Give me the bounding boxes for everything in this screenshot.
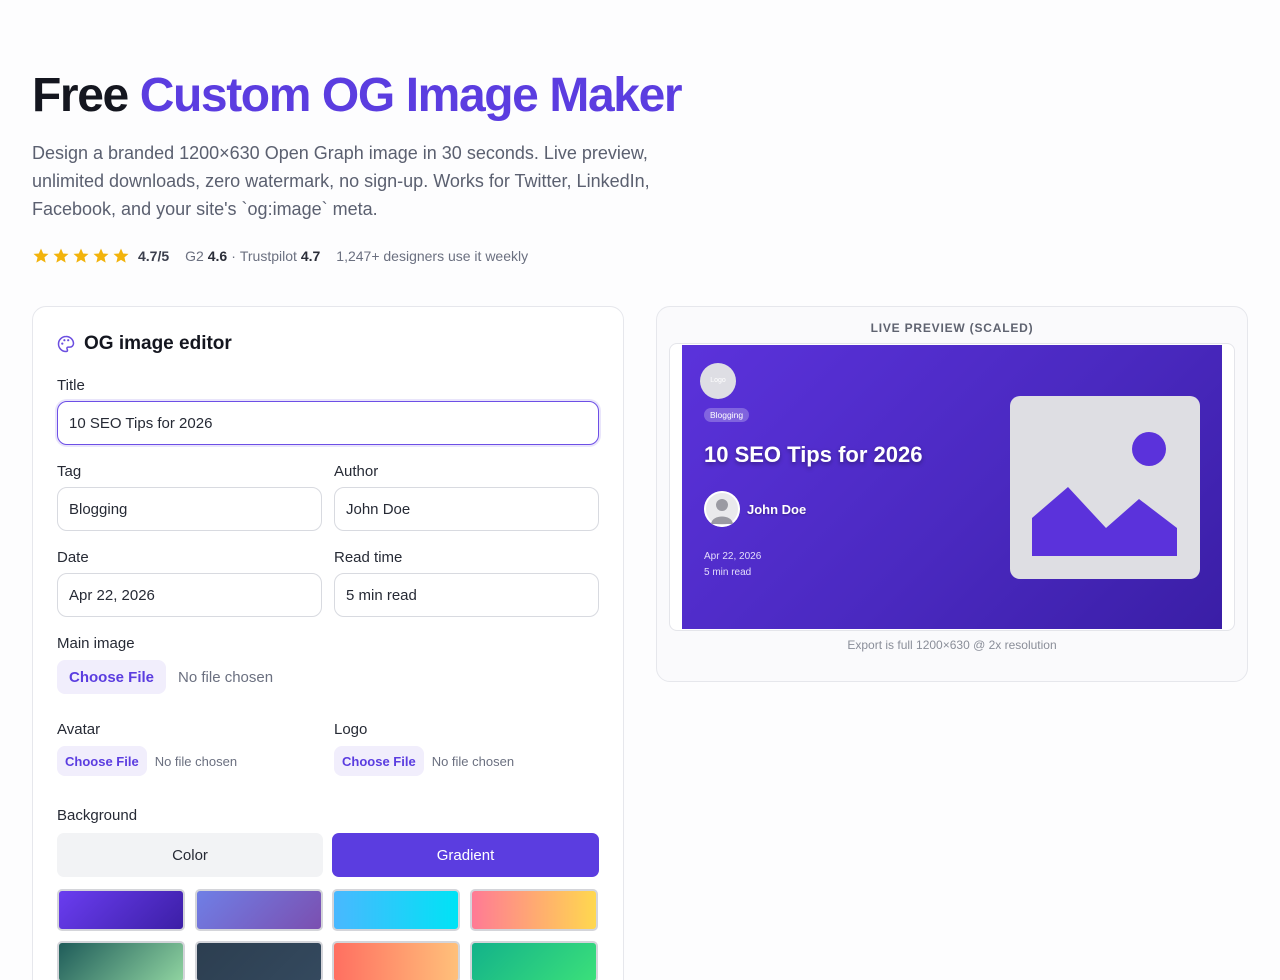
rating-separator: · — [231, 248, 236, 264]
editor-card: OG image editor Title Tag Author Date Re… — [32, 306, 624, 980]
og-author-name: John Doe — [747, 502, 807, 517]
tag-input[interactable] — [57, 487, 322, 531]
og-title: 10 SEO Tips for 2026 — [704, 442, 923, 467]
trustpilot-label: Trustpilot — [239, 248, 297, 264]
editor-heading-text: OG image editor — [84, 333, 232, 354]
gradient-swatch-7[interactable] — [332, 941, 460, 980]
date-label: Date — [57, 549, 89, 566]
gradient-swatch-3[interactable] — [332, 889, 460, 931]
title-lead: Free — [32, 69, 129, 122]
users-count: 1,247+ designers use it weekly — [336, 248, 529, 264]
preview-frame: Logo Blogging 10 SEO Tips for 2026 John … — [669, 343, 1235, 631]
avatar-choose-file-button[interactable]: Choose File — [57, 746, 147, 776]
hero-subtitle: Design a branded 1200×630 Open Graph ima… — [32, 143, 650, 219]
page-title: Free Custom OG Image Maker — [32, 66, 683, 126]
main-image-upload: Choose File No file chosen — [57, 660, 273, 694]
background-gradient-option[interactable]: Gradient — [332, 833, 599, 877]
user-placeholder-icon — [704, 491, 740, 527]
title-accent: Custom OG Image Maker — [139, 69, 683, 122]
gradient-swatch-1[interactable] — [57, 889, 185, 931]
preview-label: LIVE PREVIEW (SCALED) — [870, 321, 1034, 335]
background-label: Background — [57, 807, 138, 824]
star-icon — [73, 248, 89, 263]
main-image-file-status: No file chosen — [178, 668, 274, 686]
star-icon — [33, 248, 49, 263]
rating-stars — [32, 247, 130, 265]
logo-file-status: No file chosen — [431, 753, 515, 769]
gradient-swatch-4[interactable] — [470, 889, 598, 931]
logo-label: Logo — [334, 721, 368, 738]
main-image-label: Main image — [57, 635, 135, 652]
tag-label: Tag — [57, 463, 82, 480]
star-icon — [53, 248, 69, 263]
gradient-swatch-8[interactable] — [470, 941, 598, 980]
star-icon — [113, 248, 129, 263]
main-image-choose-file-button[interactable]: Choose File — [57, 660, 167, 694]
og-date: Apr 22, 2026 — [704, 551, 762, 562]
og-logo: Logo — [700, 363, 736, 399]
title-input[interactable] — [57, 401, 599, 445]
palette-icon — [57, 335, 75, 353]
g2-label: G2 — [185, 248, 204, 264]
gradient-swatch-2[interactable] — [195, 889, 323, 931]
avatar-label: Avatar — [57, 721, 101, 738]
editor-heading: OG image editor — [57, 333, 232, 355]
read-time-input[interactable] — [334, 573, 599, 617]
og-main-image — [1010, 396, 1200, 579]
title-label: Title — [57, 377, 85, 394]
avatar-upload: Choose File No file chosen — [57, 746, 237, 776]
rating-score: 4.7/5 — [138, 248, 170, 264]
trustpilot-rating: Trustpilot 4.7 — [240, 248, 320, 264]
g2-score: 4.6 — [207, 248, 228, 264]
star-icon — [93, 248, 109, 263]
author-label: Author — [334, 463, 379, 480]
logo-upload: Choose File No file chosen — [334, 746, 514, 776]
date-input[interactable] — [57, 573, 322, 617]
preview-card: LIVE PREVIEW (SCALED) Logo Blogging 10 S… — [656, 306, 1248, 682]
export-note: Export is full 1200×630 @ 2x resolution — [847, 638, 1057, 652]
og-tag-badge: Blogging — [704, 408, 750, 422]
rating-row: 4.7/5 G2 4.6 · Trustpilot 4.7 1,247+ des… — [32, 246, 528, 266]
og-avatar — [704, 491, 740, 527]
og-read-time: 5 min read — [704, 567, 752, 578]
g2-rating: G2 4.6 — [185, 248, 227, 264]
avatar-file-status: No file chosen — [154, 753, 238, 769]
image-placeholder-icon — [1032, 432, 1177, 556]
author-input[interactable] — [334, 487, 599, 531]
og-image-preview: Logo Blogging 10 SEO Tips for 2026 John … — [682, 345, 1222, 629]
read-time-label: Read time — [334, 549, 403, 566]
trustpilot-score: 4.7 — [300, 248, 321, 264]
gradient-swatch-6[interactable] — [195, 941, 323, 980]
logo-choose-file-button[interactable]: Choose File — [334, 746, 424, 776]
background-color-option[interactable]: Color — [57, 833, 323, 877]
gradient-swatch-5[interactable] — [57, 941, 185, 980]
